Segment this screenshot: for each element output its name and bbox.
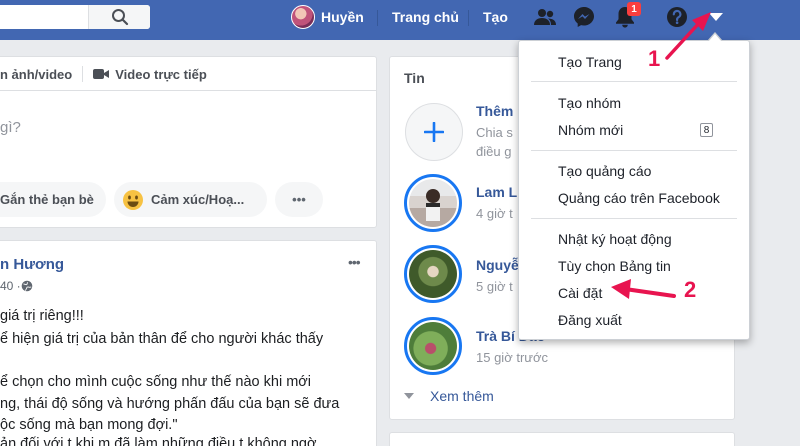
annotation-step-2: 2 (684, 277, 697, 302)
annotation-step-1: 1 (648, 46, 661, 71)
annotation-arrows (611, 12, 711, 299)
